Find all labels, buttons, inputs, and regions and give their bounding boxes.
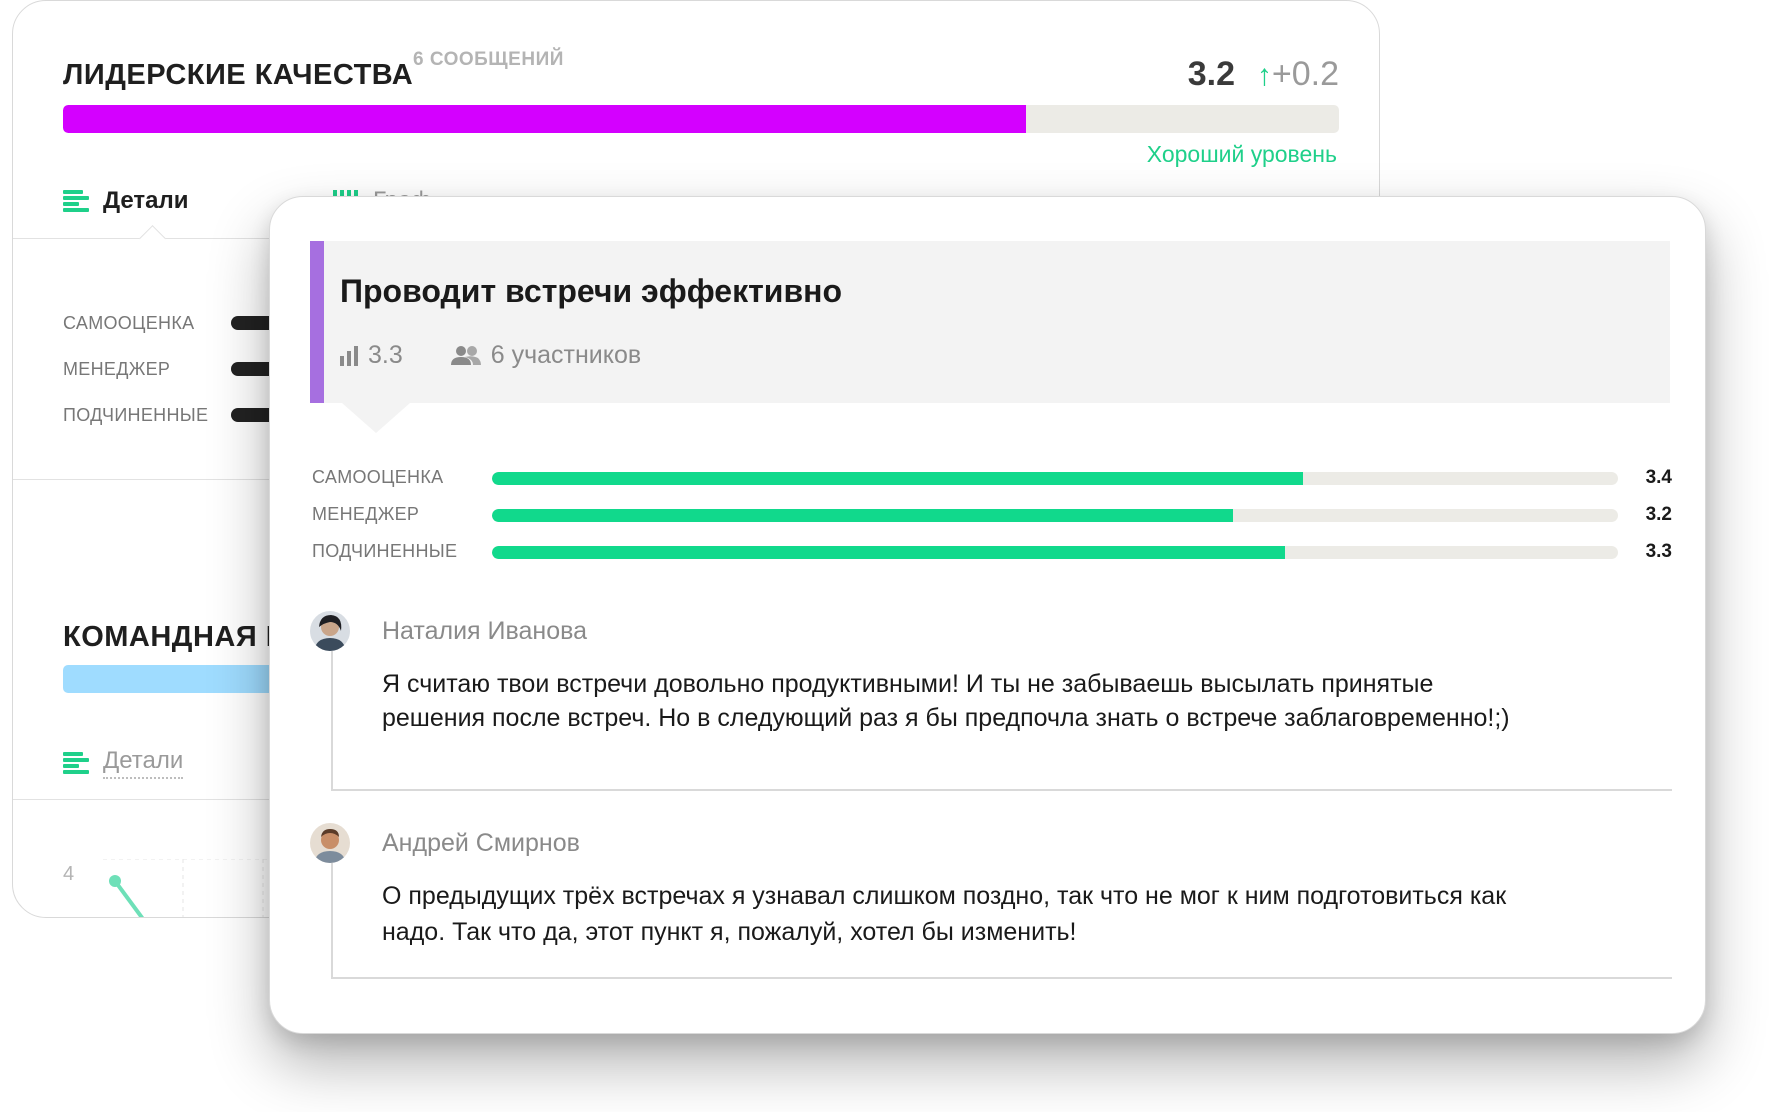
chart-point: [109, 875, 121, 887]
score-bar-fill: [492, 472, 1303, 485]
question-pointer: [342, 403, 410, 433]
score-delta: ↑+0.2: [1257, 55, 1339, 94]
score-bar: [492, 546, 1618, 559]
list-icon: [63, 752, 89, 774]
tab-pointer: [139, 225, 166, 252]
question-score: 3.3: [340, 341, 403, 370]
row-label-self: САМООЦЕНКА: [63, 313, 195, 333]
delta-value: +0.2: [1271, 55, 1339, 93]
score-bar-fill: [492, 509, 1233, 522]
leadership-progress-fill: [63, 105, 1027, 133]
chart-tick: 4: [63, 863, 75, 885]
score-label: ПОДЧИНЕННЫЕ: [312, 541, 458, 561]
level-label: Хороший уровень: [1146, 141, 1337, 167]
question-detail-card: Проводит встречи эффективно 3.3 6 участн…: [269, 196, 1706, 1034]
comment-text-line: Я считаю твои встречи довольно продуктив…: [382, 670, 1434, 698]
row-label-subordinates: ПОДЧИНЕННЫЕ: [63, 405, 209, 425]
comment-thread-line: [331, 863, 333, 979]
arrow-up-icon: ↑: [1256, 59, 1272, 92]
score-value: 3.2: [1645, 504, 1672, 525]
comment: Наталия Иванова Я считаю твои встречи до…: [310, 611, 1672, 791]
score-label: МЕНЕДЖЕР: [312, 504, 420, 524]
question-participants-value: 6 участников: [490, 341, 642, 369]
tab-details-label: Детали: [103, 187, 189, 214]
comment-author: Наталия Иванова: [382, 617, 588, 645]
question-score-value: 3.3: [368, 341, 403, 369]
comment-text-line: надо. Так что да, этот пункт я, пожалуй,…: [382, 918, 1077, 946]
section-title-team: КОМАНДНАЯ Р: [63, 621, 286, 653]
list-icon: [63, 190, 89, 212]
tab-details[interactable]: Детали: [63, 187, 189, 215]
comment-text-line: О предыдущих трёх встречах я узнавал сли…: [382, 882, 1507, 910]
score-row-subordinates: ПОДЧИНЕННЫЕ 3.3: [312, 541, 1672, 563]
tab-details-2-label: Детали: [103, 747, 184, 779]
question-accent-bar: [310, 241, 324, 403]
score-row-self: САМООЦЕНКА 3.4: [312, 467, 1672, 489]
comment-thread-line: [331, 651, 333, 791]
question-title: Проводит встречи эффективно: [340, 273, 842, 309]
question-participants: 6 участников: [450, 341, 642, 370]
comment-text-line: решения после встреч. Но в следующий раз…: [382, 704, 1510, 732]
section-title-leadership: ЛИДЕРСКИЕ КАЧЕСТВА: [63, 59, 414, 91]
row-label-manager: МЕНЕДЖЕР: [63, 359, 171, 379]
bar-chart-icon: [340, 345, 358, 366]
score-bar-fill: [492, 546, 1285, 559]
section-score: 3.2: [1187, 55, 1235, 93]
score-bar: [492, 509, 1618, 522]
score-value: 3.3: [1645, 541, 1672, 562]
tab-details-2[interactable]: Детали: [63, 747, 184, 779]
leadership-progress-bar: [63, 105, 1339, 133]
avatar[interactable]: [310, 823, 350, 863]
comment: Андрей Смирнов О предыдущих трёх встреча…: [310, 823, 1672, 979]
question-header: Проводит встречи эффективно 3.3 6 участн…: [310, 241, 1670, 403]
messages-count: 6 СООБЩЕНИЙ: [413, 49, 564, 70]
question-meta: 3.3 6 участников: [340, 341, 689, 370]
comment-divider: [332, 977, 1672, 979]
avatar[interactable]: [310, 611, 350, 651]
score-value: 3.4: [1645, 467, 1672, 488]
comment-divider: [332, 789, 1672, 791]
avatar-image: [310, 611, 350, 651]
avatar-image: [310, 823, 350, 863]
score-label: САМООЦЕНКА: [312, 467, 444, 487]
comment-author: Андрей Смирнов: [382, 829, 580, 857]
score-bar: [492, 472, 1618, 485]
score-row-manager: МЕНЕДЖЕР 3.2: [312, 504, 1672, 526]
users-icon: [450, 345, 481, 365]
